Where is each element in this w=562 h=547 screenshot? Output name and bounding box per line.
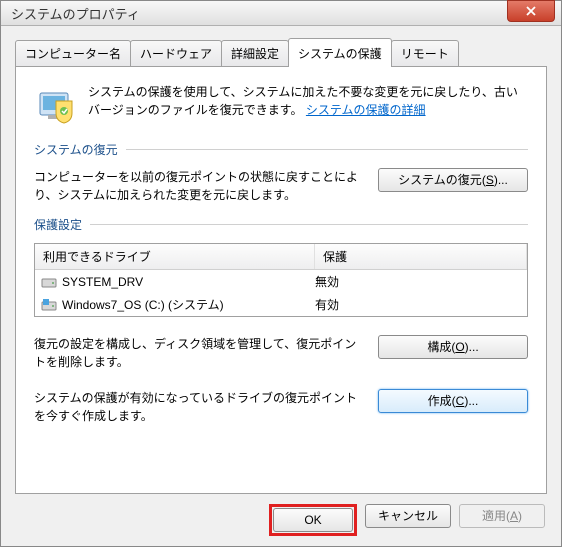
divider: [90, 224, 528, 225]
divider: [126, 149, 528, 150]
create-description: システムの保護が有効になっているドライブの復元ポイントを今すぐ作成します。: [34, 389, 366, 425]
header-protection: 保護: [315, 244, 527, 269]
table-row[interactable]: Windows7_OS (C:) (システム) 有効: [35, 293, 527, 316]
table-header: 利用できるドライブ 保護: [35, 244, 527, 270]
apply-button: 適用(A): [459, 504, 545, 528]
group-title-restore: システムの復元: [34, 141, 118, 158]
group-title-settings: 保護設定: [34, 216, 82, 233]
disk-icon: [41, 274, 57, 290]
dialog-footer: OK キャンセル 適用(A): [1, 494, 561, 546]
intro-text: システムの保護を使用して、システムに加えた不要な変更を元に戻したり、古いバージョ…: [88, 83, 528, 127]
cancel-button[interactable]: キャンセル: [365, 504, 451, 528]
drive-protection: 有効: [315, 296, 527, 313]
restore-description: コンピューターを以前の復元ポイントの状態に戻すことにより、システムに加えられた変…: [34, 168, 366, 204]
create-button[interactable]: 作成(C)...: [378, 389, 528, 413]
disk-windows-icon: [41, 297, 57, 313]
system-protection-details-link[interactable]: システムの保護の詳細: [306, 103, 426, 117]
drive-protection: 無効: [315, 273, 527, 290]
system-restore-group: システムの復元 コンピューターを以前の復元ポイントの状態に戻すことにより、システ…: [34, 141, 528, 204]
ok-button[interactable]: OK: [273, 508, 353, 532]
system-protection-icon: [34, 83, 78, 127]
tab-system-protection[interactable]: システムの保護: [288, 38, 392, 67]
tabstrip: コンピューター名 ハードウェア 詳細設定 システムの保護 リモート: [15, 38, 547, 66]
system-properties-window: システムのプロパティ コンピューター名 ハードウェア 詳細設定 システムの保護 …: [0, 0, 562, 547]
window-title: システムのプロパティ: [11, 4, 507, 23]
drive-name: SYSTEM_DRV: [62, 275, 143, 289]
configure-description: 復元の設定を構成し、ディスク領域を管理して、復元ポイントを削除します。: [34, 335, 366, 371]
drive-table[interactable]: 利用できるドライブ 保護 SYSTEM_DRV 無効: [34, 243, 528, 317]
tab-panel: システムの保護を使用して、システムに加えた不要な変更を元に戻したり、古いバージョ…: [15, 66, 547, 494]
tab-advanced[interactable]: 詳細設定: [221, 40, 289, 66]
tab-remote[interactable]: リモート: [391, 40, 459, 66]
ok-highlight: OK: [269, 504, 357, 536]
configure-button[interactable]: 構成(O)...: [378, 335, 528, 359]
table-row[interactable]: SYSTEM_DRV 無効: [35, 270, 527, 293]
tab-hardware[interactable]: ハードウェア: [130, 40, 222, 66]
protection-settings-group: 保護設定 利用できるドライブ 保護: [34, 216, 528, 425]
close-button[interactable]: [507, 0, 555, 22]
header-drive: 利用できるドライブ: [35, 244, 315, 269]
titlebar[interactable]: システムのプロパティ: [1, 1, 561, 26]
content-area: コンピューター名 ハードウェア 詳細設定 システムの保護 リモート: [1, 26, 561, 494]
intro-description: システムの保護を使用して、システムに加えた不要な変更を元に戻したり、古いバージョ…: [88, 85, 518, 117]
drive-name: Windows7_OS (C:) (システム): [62, 296, 224, 313]
tab-computer-name[interactable]: コンピューター名: [15, 40, 131, 66]
system-restore-button[interactable]: システムの復元(S)...: [378, 168, 528, 192]
intro-section: システムの保護を使用して、システムに加えた不要な変更を元に戻したり、古いバージョ…: [34, 83, 528, 127]
